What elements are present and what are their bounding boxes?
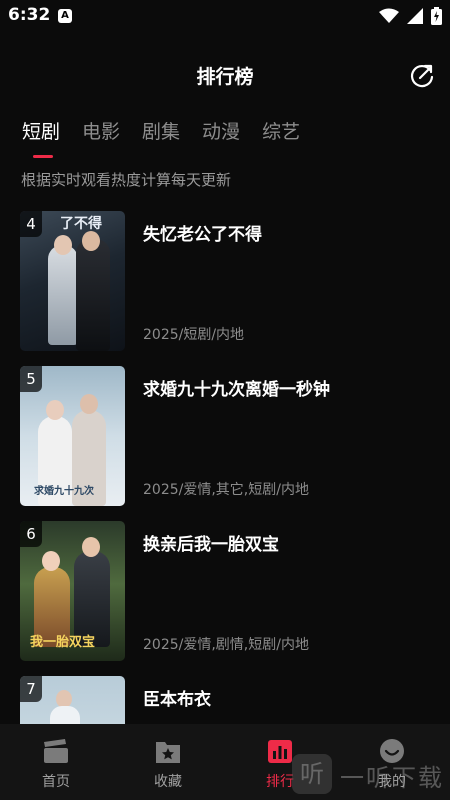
poster-image: 7 [20,676,125,724]
bar-chart-icon [268,740,292,763]
poster-title-text: 我一胎双宝 [30,635,96,650]
poster-image: 了不得 4 [20,211,125,351]
battery-icon [431,7,442,25]
active-tab-indicator [33,155,53,158]
category-tabs: 短剧 电影 剧集 动漫 综艺 [22,117,300,158]
ranking-description: 根据实时观看热度计算每天更新 [21,171,232,189]
list-item[interactable]: 求婚九十九次 5 求婚九十九次离婚一秒钟 2025/爱情,其它,短剧/内地 [20,366,430,506]
ranking-list: 了不得 4 失忆老公了不得 2025/短剧/内地 求婚九十九次 5 求婚九十九次… [0,211,450,724]
nav-label: 收藏 [154,774,182,790]
page-title: 排行榜 [196,66,254,88]
status-bar: 6:32 A [0,0,450,32]
item-title: 失忆老公了不得 [143,225,262,245]
tab-variety[interactable]: 综艺 [262,117,300,144]
item-title: 臣本布衣 [143,690,211,710]
rank-badge: 7 [20,676,42,702]
tab-anime[interactable]: 动漫 [202,117,240,144]
list-item[interactable]: 我一胎双宝 6 换亲后我一胎双宝 2025/爱情,剧情,短剧/内地 [20,521,430,661]
clapperboard-icon [44,739,68,763]
item-title: 换亲后我一胎双宝 [143,535,279,555]
refresh-icon[interactable] [408,62,436,90]
watermark: 听 一听下载 [292,748,450,800]
watermark-text: 一听下载 [340,764,444,792]
item-title: 求婚九十九次离婚一秒钟 [143,380,330,400]
poster-image: 我一胎双宝 6 [20,521,125,661]
poster-title-text: 了不得 [60,216,102,232]
list-item[interactable]: 了不得 4 失忆老公了不得 2025/短剧/内地 [20,211,430,351]
poster-title-text: 求婚九十九次 [34,486,94,497]
nav-favorites[interactable]: 收藏 [112,724,224,800]
item-meta: 2025/爱情,其它,短剧/内地 [143,482,309,498]
nav-label: 首页 [42,774,70,790]
status-notification-icon: A [58,9,72,23]
star-box-icon [156,742,180,763]
nav-home[interactable]: 首页 [0,724,112,800]
tab-series[interactable]: 剧集 [142,117,180,144]
rank-badge: 6 [20,521,42,547]
status-icons [379,6,442,26]
list-item[interactable]: 7 臣本布衣 [20,676,430,724]
rank-badge: 4 [20,211,42,237]
signal-icon [407,8,423,24]
tab-short-drama[interactable]: 短剧 [22,117,60,144]
status-time: 6:32 [8,5,51,25]
tab-movies[interactable]: 电影 [82,117,120,144]
rank-badge: 5 [20,366,42,392]
item-meta: 2025/爱情,剧情,短剧/内地 [143,637,309,653]
wifi-icon [379,8,399,23]
item-meta: 2025/短剧/内地 [143,327,245,343]
watermark-logo-icon: 听 [292,754,332,794]
poster-image: 求婚九十九次 5 [20,366,125,506]
